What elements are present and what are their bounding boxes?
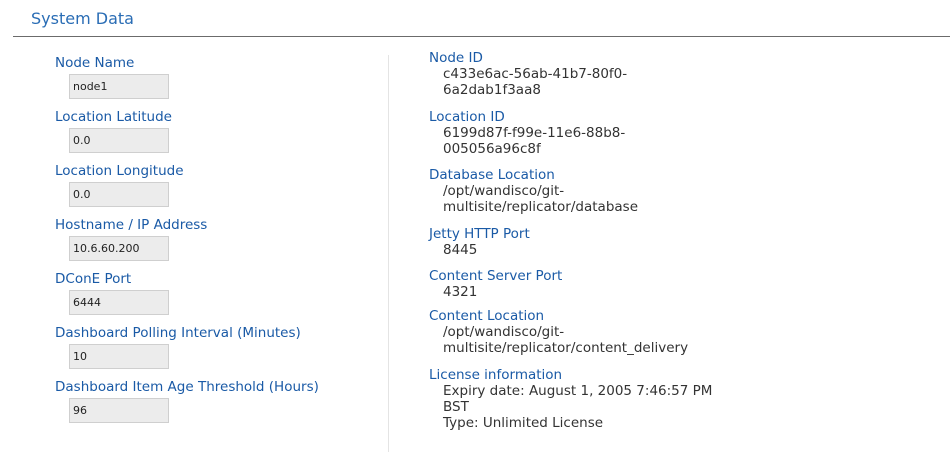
node-name-field: Node Name <box>55 55 375 109</box>
node-name-label: Node Name <box>55 55 135 71</box>
node-id-info: Node ID c433e6ac-56ab-41b7-80f0- 6a2dab1… <box>429 50 929 109</box>
node-id-line: c433e6ac-56ab-41b7-80f0- <box>443 66 628 82</box>
location-id-line: 6199d87f-f99e-11e6-88b8- <box>443 125 626 141</box>
jetty-http-port-info: Jetty HTTP Port 8445 <box>429 226 929 268</box>
content-location-line: multisite/replicator/content_delivery <box>443 340 689 356</box>
section-divider <box>13 36 950 37</box>
dcone-port-input[interactable] <box>69 290 169 315</box>
polling-interval-label: Dashboard Polling Interval (Minutes) <box>55 325 301 341</box>
item-age-threshold-field: Dashboard Item Age Threshold (Hours) <box>55 379 375 433</box>
location-latitude-label: Location Latitude <box>55 109 172 125</box>
content-server-port-info: Content Server Port 4321 <box>429 268 929 308</box>
database-location-label: Database Location <box>429 167 555 183</box>
location-id-value: 6199d87f-f99e-11e6-88b8- 005056a96c8f <box>443 125 643 157</box>
polling-interval-field: Dashboard Polling Interval (Minutes) <box>55 325 375 379</box>
location-latitude-field: Location Latitude <box>55 109 375 163</box>
node-id-label: Node ID <box>429 50 483 66</box>
content-server-port-line: 4321 <box>443 284 478 300</box>
content-location-info: Content Location /opt/wandisco/git- mult… <box>429 308 929 367</box>
hostname-ip-label: Hostname / IP Address <box>55 217 208 233</box>
column-divider <box>388 55 389 452</box>
license-timezone-line: BST <box>443 399 469 415</box>
location-longitude-field: Location Longitude <box>55 163 375 217</box>
item-age-threshold-input[interactable] <box>69 398 169 423</box>
location-id-info: Location ID 6199d87f-f99e-11e6-88b8- 005… <box>429 109 929 167</box>
editable-fields-column: Node Name Location Latitude Location Lon… <box>55 55 375 433</box>
location-longitude-input[interactable] <box>69 182 169 207</box>
location-id-line: 005056a96c8f <box>443 141 541 157</box>
item-age-threshold-label: Dashboard Item Age Threshold (Hours) <box>55 379 319 395</box>
database-location-line: /opt/wandisco/git- <box>443 183 565 199</box>
license-type-line: Type: Unlimited License <box>443 415 604 431</box>
database-location-info: Database Location /opt/wandisco/git- mul… <box>429 167 929 226</box>
content-location-line: /opt/wandisco/git- <box>443 324 565 340</box>
location-longitude-label: Location Longitude <box>55 163 184 179</box>
license-information-info: License information Expiry date: August … <box>429 367 929 431</box>
node-id-value: c433e6ac-56ab-41b7-80f0- 6a2dab1f3aa8 <box>443 66 643 98</box>
hostname-ip-input[interactable] <box>69 236 169 261</box>
content-location-value: /opt/wandisco/git- multisite/replicator/… <box>443 324 743 356</box>
jetty-http-port-value: 8445 <box>443 242 643 258</box>
section-title: System Data <box>31 9 134 28</box>
readonly-info-column: Node ID c433e6ac-56ab-41b7-80f0- 6a2dab1… <box>429 50 929 431</box>
content-location-label: Content Location <box>429 308 545 324</box>
database-location-line: multisite/replicator/database <box>443 199 638 215</box>
content-server-port-label: Content Server Port <box>429 268 563 284</box>
node-id-line: 6a2dab1f3aa8 <box>443 82 541 98</box>
dcone-port-label: DConE Port <box>55 271 132 287</box>
content-server-port-value: 4321 <box>443 284 643 300</box>
jetty-http-port-line: 8445 <box>443 242 478 258</box>
polling-interval-input[interactable] <box>69 344 169 369</box>
node-name-input[interactable] <box>69 74 169 99</box>
location-id-label: Location ID <box>429 109 505 125</box>
location-latitude-input[interactable] <box>69 128 169 153</box>
database-location-value: /opt/wandisco/git- multisite/replicator/… <box>443 183 643 215</box>
license-expiry-line: Expiry date: August 1, 2005 7:46:57 PM <box>443 383 713 399</box>
license-information-value: Expiry date: August 1, 2005 7:46:57 PM B… <box>443 383 743 431</box>
jetty-http-port-label: Jetty HTTP Port <box>429 226 530 242</box>
dcone-port-field: DConE Port <box>55 271 375 325</box>
license-information-label: License information <box>429 367 563 383</box>
hostname-ip-field: Hostname / IP Address <box>55 217 375 271</box>
